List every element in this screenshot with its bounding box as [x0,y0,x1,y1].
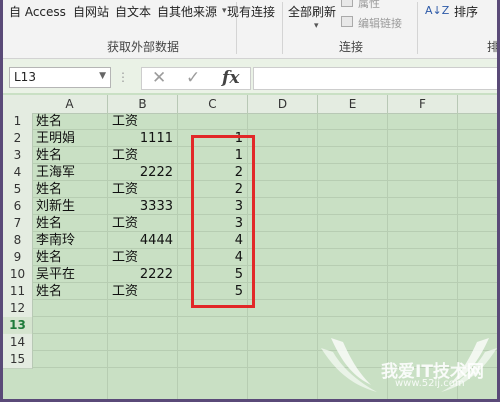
row-header-14[interactable]: 14 [3,334,33,352]
edit-links-icon [341,16,353,27]
edit-links-button[interactable]: 编辑链接 [358,15,402,31]
excel-window: 自 Access 自网站 自文本 自其他来源 ▾ 现有连接 全部刷新 ▾ 属性 … [3,0,497,399]
column-header-d[interactable]: D [248,95,318,114]
column-header-e[interactable]: E [318,95,388,114]
row-header-11[interactable]: 11 [3,283,33,301]
row-header-5[interactable]: 5 [3,181,33,199]
cancel-icon[interactable]: ✕ [152,68,166,89]
cell-a11[interactable]: 姓名 [36,283,103,300]
ribbon: 自 Access 自网站 自文本 自其他来源 ▾ 现有连接 全部刷新 ▾ 属性 … [3,0,497,59]
column-header-f[interactable]: F [388,95,458,114]
from-text-button[interactable]: 自文本 [115,3,151,20]
group-label-sort: 排 [487,40,497,54]
row-header-8[interactable]: 8 [3,232,33,250]
insert-function-icon[interactable]: fx [222,68,239,89]
cell-a8[interactable]: 李南玲 [36,232,103,249]
select-all-corner[interactable] [3,95,33,114]
row-header-6[interactable]: 6 [3,198,33,216]
gridline [317,113,318,399]
chevron-down-icon[interactable]: ▼ [99,71,106,81]
row-header-7[interactable]: 7 [3,215,33,233]
cell-b2[interactable]: 1111 [112,130,173,147]
name-box-value: L13 [14,70,36,84]
column-header-filler [458,95,497,114]
cell-a10[interactable]: 吴平在 [36,266,103,283]
cell-b11[interactable]: 工资 [112,283,173,300]
from-web-button[interactable]: 自网站 [73,3,109,20]
row-header-9[interactable]: 9 [3,249,33,267]
cell-a7[interactable]: 姓名 [36,215,103,232]
gridline [177,113,178,399]
enter-icon[interactable]: ✓ [186,68,200,89]
sort-button[interactable]: 排序 [454,3,478,20]
cell-b7[interactable]: 工资 [112,215,173,232]
cell-a6[interactable]: 刘新生 [36,198,103,215]
formula-bar: L13 ▼ ⋮ ✕ ✓ fx [3,59,497,93]
formula-buttons: ✕ ✓ fx [141,67,251,90]
ribbon-separator [417,2,418,54]
properties-icon [341,0,353,7]
from-other-sources-button[interactable]: 自其他来源 [157,3,217,20]
refresh-all-button[interactable]: 全部刷新 [288,3,336,20]
sort-az-icon[interactable]: A↓Z [425,4,449,17]
watermark-url: www.52ij.com [395,378,465,389]
existing-connections-button[interactable]: 现有连接 [227,3,275,20]
cell-a2[interactable]: 王明娟 [36,130,103,147]
gridline [107,113,108,399]
cell-a1[interactable]: 姓名 [36,113,103,130]
cell-b10[interactable]: 2222 [112,266,173,283]
row-header-10[interactable]: 10 [3,266,33,284]
highlight-rectangle [191,135,255,308]
ribbon-separator [282,2,283,54]
cell-b4[interactable]: 2222 [112,164,173,181]
cell-a9[interactable]: 姓名 [36,249,103,266]
watermark: 我爱IT技术网 www.52ij.com [321,330,497,399]
column-header-a[interactable]: A [32,95,108,114]
cell-b3[interactable]: 工资 [112,147,173,164]
row-header-3[interactable]: 3 [3,147,33,165]
name-box[interactable]: L13 ▼ [9,67,111,88]
row-header-4[interactable]: 4 [3,164,33,182]
chevron-down-icon: ▾ [314,21,319,31]
resize-handle-icon[interactable]: ⋮ [117,67,129,88]
row-header-13[interactable]: 13 [3,317,33,335]
cell-b9[interactable]: 工资 [112,249,173,266]
row-header-2[interactable]: 2 [3,130,33,148]
formula-input[interactable] [253,67,497,90]
cell-a4[interactable]: 王海军 [36,164,103,181]
group-label-connections: 连接 [339,40,364,54]
column-header-c[interactable]: C [178,95,248,114]
gridline [32,316,497,317]
row-header-1[interactable]: 1 [3,113,33,131]
cell-a3[interactable]: 姓名 [36,147,103,164]
cell-b1[interactable]: 工资 [112,113,173,130]
row-header-15[interactable]: 15 [3,351,33,369]
properties-button[interactable]: 属性 [358,0,380,11]
cell-a5[interactable]: 姓名 [36,181,103,198]
chevron-down-icon: ▾ [222,6,227,16]
from-access-button[interactable]: 自 Access [9,3,66,20]
column-header-b[interactable]: B [108,95,178,114]
row-header-12[interactable]: 12 [3,300,33,318]
cell-b6[interactable]: 3333 [112,198,173,215]
cell-b8[interactable]: 4444 [112,232,173,249]
group-label-get-external-data: 获取外部数据 [107,40,180,54]
cell-b5[interactable]: 工资 [112,181,173,198]
